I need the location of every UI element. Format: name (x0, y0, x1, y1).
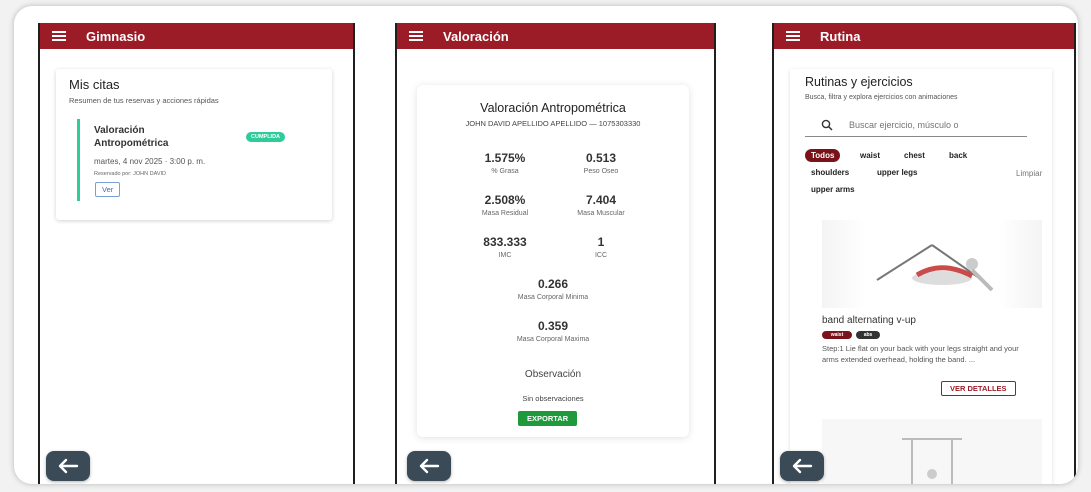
metric-label: % Grasa (491, 168, 519, 175)
section-subtitle: Resumen de tus reservas y acciones rápid… (69, 96, 219, 105)
search-field[interactable] (805, 114, 1027, 137)
arrow-left-icon (58, 458, 79, 474)
tag-waist: waist (822, 331, 852, 339)
filter-chip-upper-arms[interactable]: upper arms (811, 185, 855, 194)
filter-chip-back[interactable]: back (949, 151, 967, 160)
tag-abs: abs (856, 331, 880, 339)
view-button[interactable]: Ver (95, 182, 121, 197)
reserved-by: Reservado por: JOHN DAVID (94, 171, 167, 177)
back-button[interactable] (780, 451, 824, 481)
metric-value: 2.508% (484, 193, 526, 207)
exercise-title: band alternating v-up (822, 315, 916, 326)
metric-value: 0.266 (537, 277, 569, 291)
appbar-title: Valoración (443, 28, 509, 44)
routines-card: Rutinas y ejercicios Busca, filtra y exp… (790, 69, 1052, 484)
metric-label: Masa Corporal Minima (517, 294, 589, 301)
appbar: Gimnasio (40, 23, 353, 49)
section-heading: Rutinas y ejercicios (805, 75, 913, 89)
status-badge: CUMPLIDA (246, 132, 286, 142)
metric-label: Masa Corporal Maxima (516, 336, 590, 343)
metric-value: 1.575% (484, 151, 526, 165)
exercise-animation[interactable] (822, 419, 1042, 484)
metric-value: 0.359 (537, 319, 569, 333)
filter-chip-todos[interactable]: Todos (805, 149, 841, 162)
metric-masa-muscular: 7.404 Masa Muscular (551, 193, 651, 217)
section-subtitle: Busca, filtra y explora ejercicios con a… (805, 94, 958, 101)
export-button[interactable]: EXPORTAR (518, 411, 578, 426)
metric-label: Peso Oseo (583, 168, 619, 175)
appbar: Rutina (774, 23, 1074, 49)
observation-text: Sin observaciones (522, 394, 584, 403)
appointment-title: Valoración Antropométrica (94, 125, 169, 149)
back-button[interactable] (407, 451, 451, 481)
metric-masa-corporal-minima: 0.266 Masa Corporal Minima (503, 277, 603, 301)
view-details-button[interactable]: VER DETALLES (941, 381, 1016, 396)
metric-grasa: 1.575% % Grasa (455, 151, 555, 175)
metric-value: 0.513 (585, 151, 617, 165)
filter-chip-upper-legs[interactable]: upper legs (877, 168, 917, 177)
assessment-title: Valoración Antropométrica (480, 101, 626, 115)
metric-masa-residual: 2.508% Masa Residual (455, 193, 555, 217)
metric-imc: 833.333 IMC (455, 235, 555, 259)
appbar: Valoración (397, 23, 714, 49)
clear-filters-button[interactable]: Limpiar (1016, 169, 1042, 178)
patient-name: JOHN DAVID APELLIDO APELLIDO — 107530333… (465, 119, 641, 128)
section-heading: Mis citas (69, 77, 120, 92)
menu-icon[interactable] (786, 31, 800, 41)
back-button[interactable] (46, 451, 90, 481)
search-icon (821, 119, 833, 131)
phone-rutina: Rutina Rutinas y ejercicios Busca, filtr… (772, 23, 1076, 484)
exercise-figure-icon (902, 438, 962, 484)
screenshot-frame: Gimnasio Mis citas Resumen de tus reserv… (14, 6, 1078, 484)
metric-peso-oseo: 0.513 Peso Oseo (551, 151, 651, 175)
arrow-left-icon (792, 458, 813, 474)
assessment-card: Valoración Antropométrica JOHN DAVID APE… (417, 85, 689, 437)
metric-label: Masa Muscular (577, 210, 625, 217)
metric-label: Masa Residual (481, 210, 529, 217)
metric-value: 1 (597, 235, 605, 249)
metric-value: 833.333 (483, 235, 527, 249)
appointment-date: martes, 4 nov 2025 · 3:00 p. m. (94, 157, 206, 166)
observation-heading: Observación (524, 369, 582, 380)
filter-chip-chest[interactable]: chest (904, 151, 925, 160)
metric-label: IMC (498, 252, 512, 259)
exercise-animation[interactable] (822, 220, 1042, 308)
menu-icon[interactable] (409, 31, 423, 41)
metric-label: ICC (594, 252, 608, 259)
appointments-card: Mis citas Resumen de tus reservas y acci… (56, 69, 332, 220)
phone-valoracion: Valoración Valoración Antropométrica JOH… (395, 23, 716, 484)
metric-icc: 1 ICC (551, 235, 651, 259)
filter-chip-shoulders[interactable]: shoulders (811, 168, 849, 177)
appointment-item[interactable]: Valoración Antropométrica CUMPLIDA marte… (77, 119, 320, 201)
metric-value: 7.404 (585, 193, 617, 207)
exercise-description: Step:1 Lie flat on your back with your l… (822, 344, 1019, 364)
metric-masa-corporal-maxima: 0.359 Masa Corporal Maxima (503, 319, 603, 343)
appbar-title: Rutina (820, 28, 861, 44)
arrow-left-icon (419, 458, 440, 474)
filter-chip-waist[interactable]: waist (860, 151, 880, 160)
exercise-figure-icon (876, 244, 994, 292)
appbar-title: Gimnasio (86, 28, 146, 44)
search-input[interactable] (849, 120, 1019, 130)
menu-icon[interactable] (52, 31, 66, 41)
phone-gimnasio: Gimnasio Mis citas Resumen de tus reserv… (38, 23, 355, 484)
